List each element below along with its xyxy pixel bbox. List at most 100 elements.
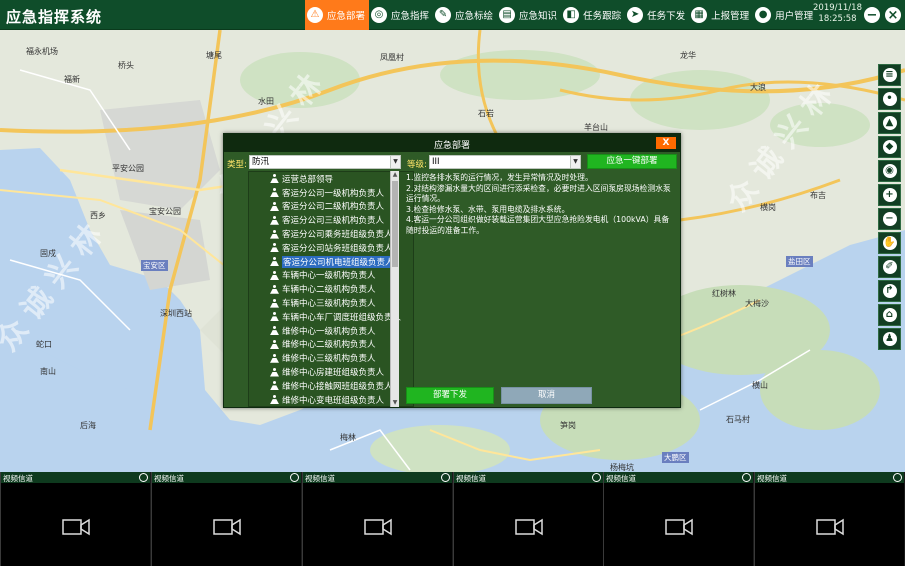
level-label: 等级:	[407, 160, 427, 170]
type-select-value: 防汛	[252, 157, 270, 167]
org-person-icon	[270, 298, 279, 308]
org-person-icon	[270, 243, 279, 252]
tree-item[interactable]: 维修中心变电班组级负责人	[249, 393, 413, 406]
track-icon: ◧	[563, 7, 580, 23]
map-toolbar: ≡ • ▲ ◆ ◉ + − ✋ ✐ ↱ ⌂ ♟	[878, 64, 902, 350]
nav-item-1[interactable]: ◎ 应急指挥	[369, 0, 433, 30]
close-window-button[interactable]: ×	[885, 7, 901, 23]
tree-item[interactable]: 客运分公司三级机构负责人	[249, 213, 413, 227]
nav-item-label: 任务跟踪	[583, 11, 622, 22]
level-select[interactable]: III ▼	[429, 155, 581, 169]
tree-item[interactable]: 客运分公司机电班组级负责人	[249, 255, 413, 269]
nav-item-6[interactable]: ▦ 上报管理	[689, 0, 753, 30]
video-channel-4[interactable]: 视频信道	[453, 472, 603, 566]
marker-tool-button[interactable]: ⌂	[878, 304, 901, 326]
one-click-deploy-button[interactable]: 应急一键部署	[587, 154, 677, 169]
instruction-line: 4.客运一分公司组织做好装载运营集团大型应急抢险发电机（100kVA）具备随时投…	[406, 215, 670, 235]
tree-item[interactable]: 维修中心二级机构负责人	[249, 338, 413, 352]
power-icon[interactable]	[139, 473, 148, 482]
map-label: 梅林	[340, 433, 356, 442]
tree-item-label: 维修中心二级机构负责人	[282, 340, 376, 351]
map-label: 后海	[80, 421, 96, 430]
power-icon[interactable]	[893, 473, 902, 482]
tree-item[interactable]: 客运分公司乘务班组级负责人	[249, 227, 413, 241]
nav-item-4[interactable]: ◧ 任务跟踪	[561, 0, 625, 30]
instruction-line: 3.检查抢修水泵、水带、泵用电缆及排水系统。	[406, 204, 570, 214]
nav-item-2[interactable]: ✎ 应急标绘	[433, 0, 497, 30]
nav-item-7[interactable]: ● 用户管理	[753, 0, 817, 30]
org-person-icon	[270, 367, 279, 377]
report-icon: ▦	[691, 7, 708, 23]
tree-item-label: 车辆中心二级机构负责人	[282, 285, 376, 296]
video-channel-3[interactable]: 视频信道	[302, 472, 452, 566]
nav-item-0[interactable]: ⚠ 应急部署	[305, 0, 370, 30]
tree-scrollbar[interactable]: ▲ ▼	[390, 171, 399, 407]
route-tool-button[interactable]: ↱	[878, 280, 901, 302]
cancel-button[interactable]: 取消	[501, 387, 592, 404]
video-channel-title: 视频信道	[305, 474, 335, 483]
tree-item[interactable]: 客运分公司一级机构负责人	[249, 186, 413, 200]
deploy-icon: ⚠	[307, 7, 323, 23]
route-tool-icon: ↱	[882, 284, 897, 298]
power-icon[interactable]	[742, 473, 751, 482]
level-select-value: III	[432, 157, 440, 167]
tree-item-label: 客运分公司一级机构负责人	[282, 188, 385, 199]
zoom-out-tool-button[interactable]: −	[878, 208, 901, 230]
map-label: 福新	[64, 75, 80, 84]
org-person-icon	[270, 270, 279, 280]
map-label: 福永机场	[26, 47, 58, 56]
map-label: 横山	[752, 381, 768, 390]
minimize-button[interactable]: −	[864, 7, 880, 23]
layers-tool-button[interactable]: ≡	[878, 64, 901, 86]
tree-item[interactable]: 车辆中心二级机构负责人	[249, 282, 413, 296]
tree-item[interactable]: 运营总部领导	[249, 172, 413, 186]
person-tool-button[interactable]: ♟	[878, 328, 901, 350]
tree-item[interactable]: 客运分公司站务班组级负责人	[249, 241, 413, 255]
video-channel-2[interactable]: 视频信道	[151, 472, 301, 566]
tree-item-label: 运营总部领导	[282, 174, 334, 185]
layers-tool-icon: ≡	[882, 68, 897, 82]
knowledge-icon: ▤	[499, 7, 516, 23]
video-channel-1[interactable]: 视频信道	[0, 472, 150, 566]
tree-item-label: 维修中心接触网班组级负责人	[282, 381, 393, 392]
tree-item-label: 客运分公司站务班组级负责人	[282, 243, 393, 254]
scroll-down-icon[interactable]: ▼	[391, 399, 399, 407]
tree-item[interactable]: 维修中心三级机构负责人	[249, 351, 413, 365]
video-channel-header: 视频信道	[454, 472, 603, 483]
video-channel-5[interactable]: 视频信道	[603, 472, 753, 566]
triangle-tool-button[interactable]: ▲	[878, 112, 901, 134]
power-icon[interactable]	[592, 473, 601, 482]
tree-item[interactable]: 维修中心接触网班组级负责人	[249, 379, 413, 393]
tree-item[interactable]: 车辆中心一级机构负责人	[249, 269, 413, 283]
type-select[interactable]: 防汛 ▼	[249, 155, 401, 169]
tree-item-label: 客运分公司三级机构负责人	[282, 216, 385, 227]
video-panel: 视频信道 视频信道 视频信道 视频信道 视频信道 视频信道	[0, 472, 905, 566]
nav-item-label: 应急标绘	[455, 11, 494, 22]
camera-tool-button[interactable]: ◉	[878, 160, 901, 182]
power-icon[interactable]	[441, 473, 450, 482]
tree-item[interactable]: 维修中心一级机构负责人	[249, 324, 413, 338]
dialog-close-button[interactable]: X	[656, 137, 676, 149]
nav-item-3[interactable]: ▤ 应急知识	[497, 0, 561, 30]
district-label: 盐田区	[786, 256, 813, 267]
map-label: 羊台山	[584, 123, 608, 132]
video-camera-icon	[514, 518, 543, 536]
tree-item[interactable]: 车辆中心车厂调度班组级负责人	[249, 310, 413, 324]
tree-item[interactable]: 客运分公司二级机构负责人	[249, 200, 413, 214]
nav-tool-button[interactable]: ◆	[878, 136, 901, 158]
scroll-thumb[interactable]	[392, 181, 398, 267]
point-tool-button[interactable]: •	[878, 88, 901, 110]
scroll-up-icon[interactable]: ▲	[391, 171, 399, 179]
measure-tool-button[interactable]: ✐	[878, 256, 901, 278]
pan-tool-button[interactable]: ✋	[878, 232, 901, 254]
power-icon[interactable]	[290, 473, 299, 482]
tree-item-label: 维修中心三级机构负责人	[282, 354, 376, 365]
video-channel-title: 视频信道	[3, 474, 33, 483]
tree-item[interactable]: 车辆中心三级机构负责人	[249, 296, 413, 310]
video-channel-6[interactable]: 视频信道	[754, 472, 904, 566]
person-tool-icon: ♟	[882, 332, 897, 346]
dispatch-button[interactable]: 部署下发	[406, 387, 494, 404]
tree-item[interactable]: 维修中心房建班组级负责人	[249, 365, 413, 379]
zoom-in-tool-button[interactable]: +	[878, 184, 901, 206]
nav-item-5[interactable]: ➤ 任务下发	[625, 0, 689, 30]
